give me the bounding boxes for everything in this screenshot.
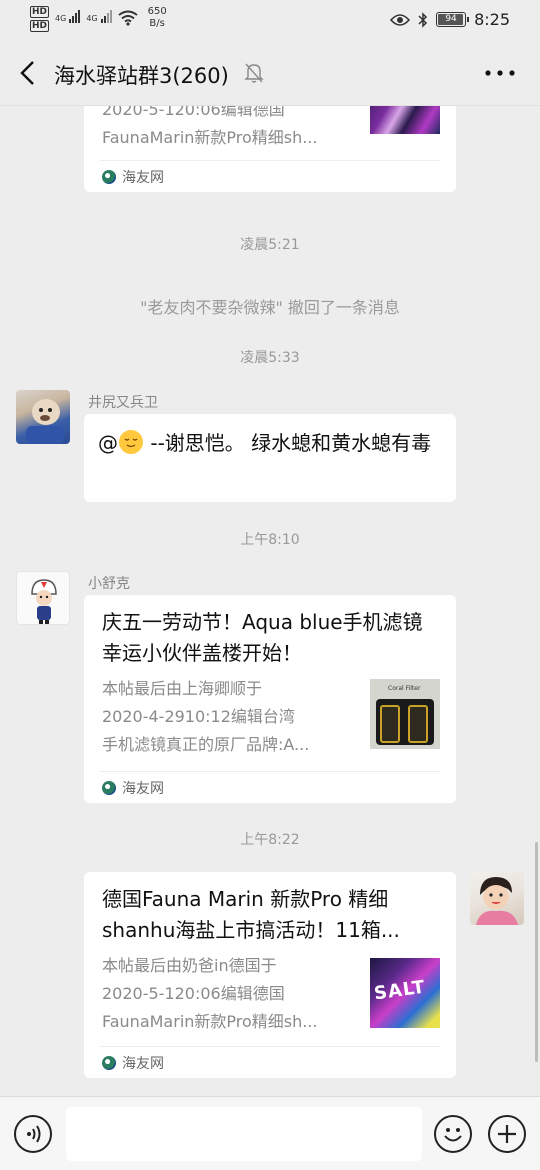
card-title: 庆五一劳动节！Aqua blue手机滤镜幸运小伙伴盖楼开始！ bbox=[102, 610, 423, 665]
self-avatar[interactable] bbox=[470, 871, 524, 925]
timestamp: 上午8:10 bbox=[240, 532, 300, 548]
signal-icon: 4G bbox=[55, 10, 81, 23]
source-logo-icon bbox=[102, 1055, 116, 1070]
bluetooth-icon bbox=[418, 11, 428, 28]
link-card-message[interactable]: 2020-5-120:06编辑德国 FaunaMarin新款Pro精细sh...… bbox=[84, 106, 456, 192]
recall-notice: "老友肉不要杂微辣" 撤回了一条消息 bbox=[140, 298, 400, 317]
card-description-line: 手机滤镜真正的原厂品牌:A... bbox=[102, 735, 310, 754]
card-description-line: 2020-4-2910:12编辑台湾 bbox=[102, 707, 295, 726]
card-thumbnail: Coral Filter bbox=[370, 679, 440, 749]
hd-badge: HD bbox=[30, 20, 50, 32]
status-clock: 8:25 bbox=[474, 10, 510, 29]
timestamp: 上午8:22 bbox=[240, 832, 300, 848]
timestamp: 凌晨5:21 bbox=[240, 237, 300, 253]
eye-icon bbox=[390, 13, 411, 26]
net-speed: 650 B/s bbox=[147, 6, 167, 29]
chat-header: 海水驿站群3(260) bbox=[0, 40, 540, 106]
card-description-line: FaunaMarin新款Pro精细sh... bbox=[102, 128, 318, 147]
source-logo-icon bbox=[102, 780, 116, 795]
source-logo-icon bbox=[102, 169, 116, 184]
hd-badge: HD bbox=[30, 6, 50, 18]
chevron-left-icon[interactable] bbox=[14, 58, 44, 88]
relieved-face-emoji-icon bbox=[119, 430, 143, 454]
sender-name: 井尻又兵卫 bbox=[88, 395, 158, 411]
card-description-line: 本帖最后由奶爸in德国于 bbox=[102, 956, 277, 975]
sender-name: 小舒克 bbox=[88, 576, 130, 592]
wifi-icon bbox=[117, 10, 138, 26]
card-source: 海友网 bbox=[100, 160, 440, 192]
card-thumbnail: SALT bbox=[370, 958, 440, 1028]
message-input[interactable] bbox=[66, 1107, 422, 1161]
network-type: 4G bbox=[55, 14, 67, 23]
emoji-icon[interactable] bbox=[434, 1115, 472, 1153]
card-description-line: 2020-5-120:06编辑德国 bbox=[102, 984, 285, 1003]
card-description-line: 2020-5-120:06编辑德国 bbox=[102, 106, 285, 119]
link-card-message[interactable]: 德国Fauna Marin 新款Pro 精细shanhu海盐上市搞活动！11箱.… bbox=[84, 872, 456, 1078]
battery-level: 94 bbox=[445, 14, 457, 24]
more-dots-icon[interactable] bbox=[480, 60, 520, 86]
link-card-message[interactable]: 庆五一劳动节！Aqua blue手机滤镜幸运小伙伴盖楼开始！ 本帖最后由上海卿顺… bbox=[84, 595, 456, 803]
timestamp: 凌晨5:33 bbox=[240, 350, 300, 366]
plus-icon[interactable] bbox=[488, 1115, 526, 1153]
card-source: 海友网 bbox=[100, 771, 440, 803]
voice-icon[interactable] bbox=[14, 1115, 52, 1153]
network-type: 4G bbox=[86, 14, 98, 23]
card-description-line: FaunaMarin新款Pro精细sh... bbox=[102, 1012, 318, 1031]
card-title: 德国Fauna Marin 新款Pro 精细shanhu海盐上市搞活动！11箱.… bbox=[102, 887, 400, 942]
card-source: 海友网 bbox=[100, 1046, 440, 1078]
scrollbar[interactable] bbox=[535, 842, 538, 1062]
chat-title: 海水驿站群3(260) bbox=[54, 64, 229, 88]
signal-icon: 4G bbox=[86, 10, 112, 23]
message-list[interactable]: 2020-5-120:06编辑德国 FaunaMarin新款Pro精细sh...… bbox=[0, 106, 540, 1096]
bell-off-icon bbox=[244, 63, 264, 83]
text-message[interactable]: @ --谢思恺。 绿水螅和黄水螅有毒 bbox=[84, 414, 456, 502]
avatar[interactable] bbox=[16, 571, 70, 625]
card-thumbnail bbox=[370, 106, 440, 134]
input-bar bbox=[0, 1096, 540, 1170]
card-description-line: 本帖最后由上海卿顺于 bbox=[102, 679, 263, 698]
status-bar: HD HD 4G 4G 650 B/s 94 8:25 bbox=[0, 0, 540, 40]
battery-icon: 94 bbox=[436, 12, 470, 27]
avatar[interactable] bbox=[16, 390, 70, 444]
